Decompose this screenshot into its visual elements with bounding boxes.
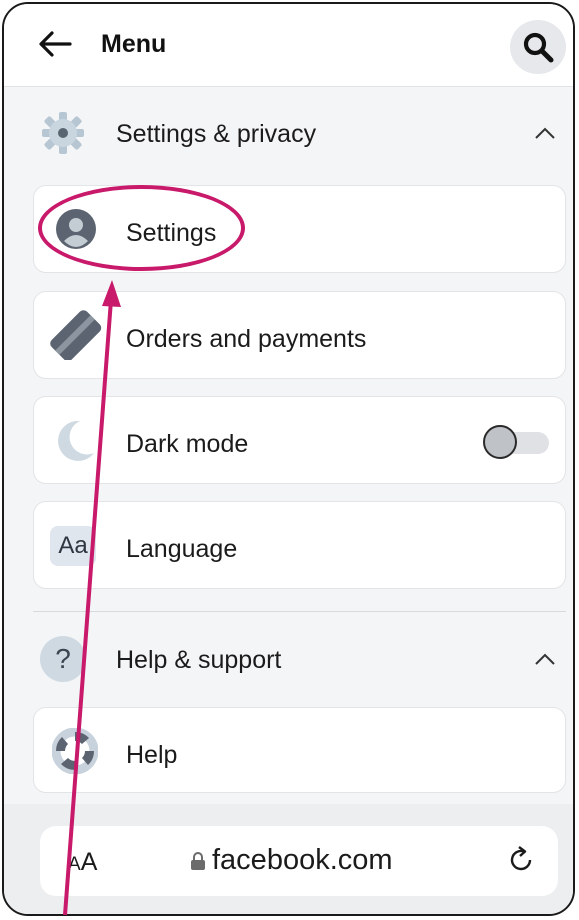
chevron-up-icon[interactable] [534,652,556,666]
chevron-up-icon[interactable] [534,126,556,140]
browser-address-bar: AA facebook.com [4,804,573,914]
annotation-highlight-ellipse [38,185,245,271]
phone-screen: Menu Settings & privacy Settings Orders … [2,2,575,916]
lifebuoy-icon [52,728,98,774]
dark-mode-label: Dark mode [126,430,249,458]
orders-payments-label: Orders and payments [126,325,367,353]
text-size-button[interactable]: AA [68,848,97,877]
address-pill[interactable]: AA facebook.com [40,826,558,896]
dark-mode-toggle[interactable] [483,425,551,459]
moon-icon [58,420,94,461]
lock-icon [191,852,205,871]
reload-icon[interactable] [508,844,536,874]
question-icon: ? [40,636,86,682]
search-icon [523,32,554,63]
language-label: Language [126,535,238,563]
orders-payments-item[interactable]: Orders and payments [33,291,566,379]
language-icon: Aa [50,526,96,566]
help-support-section[interactable]: ? Help & support [4,612,573,712]
settings-privacy-label: Settings & privacy [116,120,317,148]
search-button[interactable] [510,20,566,74]
page-title: Menu [101,30,167,58]
gear-icon [42,112,84,154]
toggle-knob [483,425,517,459]
help-label: Help [126,741,178,769]
help-support-label: Help & support [116,646,282,674]
url-display[interactable]: facebook.com [190,844,393,877]
settings-privacy-section[interactable]: Settings & privacy [4,86,573,186]
back-arrow-icon[interactable] [38,30,72,58]
url-text: facebook.com [212,844,393,876]
dark-mode-item[interactable]: Dark mode [33,396,566,484]
card-icon [50,310,102,360]
top-bar: Menu [4,4,573,87]
language-item[interactable]: Aa Language [33,501,566,589]
help-item[interactable]: Help [33,707,566,793]
